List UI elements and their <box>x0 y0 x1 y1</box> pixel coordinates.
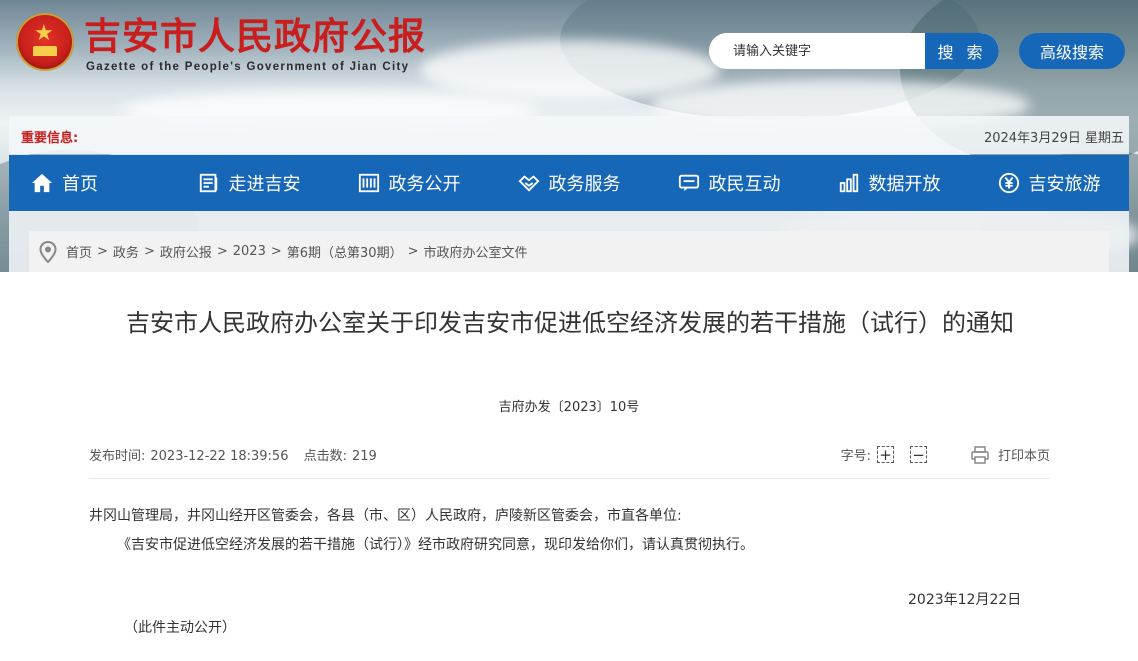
yen-shield-icon <box>998 172 1020 194</box>
breadcrumb: 首页 > 政务 > 政府公报 > 2023 > 第6期（总第30期） > 市政府… <box>29 231 1109 272</box>
chat-icon <box>678 172 700 194</box>
advanced-search-button[interactable]: 高级搜索 <box>1019 33 1125 69</box>
search-button[interactable]: 搜 索 <box>925 33 999 69</box>
document-number: 吉府办发〔2023〕10号 <box>498 400 640 415</box>
building-icon <box>358 172 380 194</box>
site-subtitle: Gazette of the People's Government of Ji… <box>86 61 410 73</box>
location-pin-icon <box>39 240 57 263</box>
nav-item-gov-affairs[interactable]: 政务公开 <box>329 155 489 211</box>
nav-item-tourism[interactable]: 吉安旅游 <box>969 155 1129 211</box>
recipients-text: 井冈山管理局，井冈山经开区管委会，各县（市、区）人民政府，庐陵新区管委会，市直各… <box>89 508 682 524</box>
nav-label: 首页 <box>62 174 98 195</box>
search-box: 搜 索 <box>709 33 999 69</box>
nav-label: 走进吉安 <box>228 174 301 195</box>
bar-chart-icon <box>838 172 860 194</box>
notice-label: 重要信息: <box>21 131 79 146</box>
body-paragraph: 《吉安市促进低空经济发展的若干措施（试行）》经市政府研究同意，现印发给你们，请认… <box>117 537 754 553</box>
publish-time: 2023-12-22 18:39:56 <box>150 449 289 464</box>
national-emblem-logo: ★ <box>16 13 74 71</box>
current-date: 2024年3月29日 星期五 <box>983 131 1124 146</box>
print-page-link[interactable]: 打印本页 <box>998 445 1050 464</box>
main-nav: 首页 走进吉安 政务公开 政务服务 政民互动 数据开放 吉安旅游 <box>9 155 1129 211</box>
notice-bar: 重要信息: 2024年3月29日 星期五 <box>9 116 1129 154</box>
nav-label: 政务服务 <box>548 174 621 195</box>
click-count: 219 <box>352 449 377 464</box>
breadcrumb-gov[interactable]: 政务 <box>113 242 139 261</box>
nav-item-interaction[interactable]: 政民互动 <box>649 155 809 211</box>
clicks-label: 点击数: <box>303 449 347 464</box>
handshake-icon <box>518 172 540 194</box>
nav-item-gov-services[interactable]: 政务服务 <box>489 155 649 211</box>
breadcrumb-separator: > <box>407 244 419 259</box>
home-icon <box>31 172 53 194</box>
nav-label: 吉安旅游 <box>1028 174 1101 195</box>
printer-icon[interactable] <box>971 445 989 464</box>
breadcrumb-issue[interactable]: 第6期（总第30期） <box>287 242 403 261</box>
nav-label: 政民互动 <box>708 174 781 195</box>
breadcrumb-separator: > <box>216 244 228 259</box>
nav-label: 政务公开 <box>388 174 461 195</box>
breadcrumb-separator: > <box>270 244 282 259</box>
breadcrumb-year[interactable]: 2023 <box>233 244 266 259</box>
divider <box>89 478 1050 479</box>
nav-item-open-data[interactable]: 数据开放 <box>809 155 969 211</box>
breadcrumb-home[interactable]: 首页 <box>66 242 92 261</box>
document-icon <box>198 172 220 194</box>
breadcrumb-separator: > <box>97 244 108 259</box>
article-meta: 发布时间: 2023-12-22 18:39:56 点击数: 219 字号: + −… <box>89 445 1050 465</box>
font-decrease-button[interactable]: − <box>909 446 927 463</box>
sign-date: 2023年12月22日 <box>908 592 1022 608</box>
disclosure-note: （此件主动公开） <box>124 620 236 636</box>
nav-item-about[interactable]: 走进吉安 <box>169 155 329 211</box>
font-size-label: 字号: <box>840 449 871 464</box>
search-input[interactable] <box>709 33 925 69</box>
nav-item-home[interactable]: 首页 <box>9 155 169 211</box>
article-title: 吉安市人民政府办公室关于印发吉安市促进低空经济发展的若干措施（试行）的通知 <box>126 309 1014 337</box>
breadcrumb-separator: > <box>143 244 155 259</box>
breadcrumb-category[interactable]: 市政府办公室文件 <box>424 242 528 261</box>
breadcrumb-gazette[interactable]: 政府公报 <box>160 242 212 261</box>
nav-label: 数据开放 <box>868 174 941 195</box>
font-increase-button[interactable]: + <box>876 446 894 463</box>
publish-time-label: 发布时间: <box>89 449 146 464</box>
site-title[interactable]: 吉安市人民政府公报 <box>84 14 426 60</box>
